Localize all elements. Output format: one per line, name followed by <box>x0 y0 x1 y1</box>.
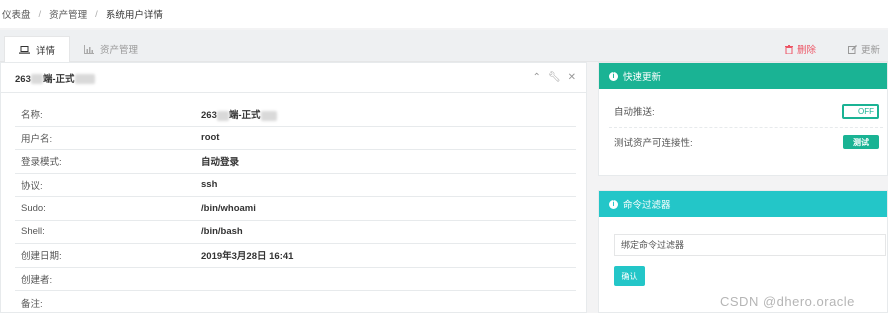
detail-key: 用户名: <box>21 133 53 145</box>
table-row: 登录模式: 自动登录 <box>15 150 576 174</box>
detail-table: 名称: 263 端-正式 用户名: root 登录模式: 自动登录 协议: ssh… <box>15 103 576 313</box>
table-row: Shell: /bin/bash <box>15 221 576 244</box>
detail-panel-header: 263 端-正式 ⌃ 🔧︎ ✕ <box>1 63 586 93</box>
detail-title-text: 263 <box>15 73 31 85</box>
detail-value: 自动登录 <box>201 157 240 169</box>
detail-value: /bin/bash <box>201 226 243 238</box>
laptop-icon <box>19 45 30 54</box>
detail-value: 263 端-正式 <box>201 107 277 121</box>
update-label: 更新 <box>861 45 881 56</box>
wrench-icon[interactable]: 🔧︎ <box>548 72 561 83</box>
edit-icon <box>848 44 857 54</box>
detail-value: root <box>201 132 220 144</box>
confirm-button[interactable]: 确认 <box>614 266 645 286</box>
name-value-suffix: 端-正式 <box>228 110 261 122</box>
tabs-bar: 详情 资产管理 删除 更新 <box>0 30 888 62</box>
tab-asset-management[interactable]: 资产管理 <box>70 36 152 62</box>
breadcrumb-separator: / <box>95 8 98 20</box>
table-row: 创建者: <box>15 268 576 291</box>
toggle-state: OFF <box>858 106 874 116</box>
divider <box>609 127 883 128</box>
bar-chart-icon <box>84 44 94 54</box>
detail-key: 登录模式: <box>21 157 62 169</box>
redacted-patch <box>74 73 95 84</box>
command-filter-title: 命令过滤器 <box>623 200 671 211</box>
redacted-patch <box>260 110 277 121</box>
auto-push-toggle[interactable]: OFF <box>842 103 879 119</box>
quick-update-header: i 快速更新 <box>599 63 887 89</box>
command-filter-select[interactable] <box>614 234 886 256</box>
chevron-up-icon[interactable]: ⌃ <box>533 72 541 83</box>
info-icon: i <box>609 199 618 209</box>
detail-key: 创建日期: <box>21 251 62 263</box>
breadcrumb: 仪表盘 / 资产管理 / 系统用户详情 <box>0 0 888 28</box>
watermark: CSDN @dhero.oracle <box>720 294 855 309</box>
breadcrumb-system-user-detail: 系统用户详情 <box>105 10 163 21</box>
detail-panel: 263 端-正式 ⌃ 🔧︎ ✕ 名称: 263 端-正式 用户名: root 登录模… <box>0 62 587 313</box>
quick-update-panel: i 快速更新 自动推送: OFF 测试资产可连接性: 测试 <box>598 62 888 176</box>
auto-push-row: 自动推送: OFF <box>614 101 879 121</box>
trash-icon <box>785 44 793 54</box>
breadcrumb-separator: / <box>38 8 42 20</box>
breadcrumb-dashboard[interactable]: 仪表盘 <box>2 7 31 21</box>
detail-key: Sudo: <box>21 202 46 214</box>
command-filter-header: i 命令过滤器 <box>599 191 887 217</box>
table-row: Sudo: /bin/whoami <box>15 197 576 221</box>
tab-detail[interactable]: 详情 <box>4 36 71 62</box>
table-row: 名称: 263 端-正式 <box>15 103 576 127</box>
detail-key: 名称: <box>21 110 43 122</box>
quick-update-title: 快速更新 <box>623 72 662 83</box>
detail-value: /bin/whoami <box>201 202 256 214</box>
test-button[interactable]: 测试 <box>843 135 879 149</box>
panel-tools: ⌃ 🔧︎ ✕ <box>533 72 576 83</box>
detail-value: ssh <box>201 179 218 191</box>
detail-panel-title: 263 端-正式 <box>15 71 95 85</box>
test-connectivity-row: 测试资产可连接性: 测试 <box>614 132 879 152</box>
delete-button[interactable]: 删除 <box>785 42 816 56</box>
detail-key: Shell: <box>21 226 45 238</box>
table-row: 创建日期: 2019年3月28日 16:41 <box>15 244 576 268</box>
detail-key: 备注: <box>21 298 43 310</box>
delete-label: 删除 <box>797 45 817 56</box>
table-row: 协议: ssh <box>15 174 576 197</box>
detail-value: 2019年3月28日 16:41 <box>201 251 294 263</box>
tab-asset-management-label: 资产管理 <box>100 45 139 56</box>
auto-push-label: 自动推送: <box>614 107 655 118</box>
detail-key: 创建者: <box>21 274 53 286</box>
info-icon: i <box>609 71 618 81</box>
breadcrumb-asset-management[interactable]: 资产管理 <box>49 7 87 21</box>
tab-detail-label: 详情 <box>36 45 56 57</box>
test-connectivity-label: 测试资产可连接性: <box>614 138 693 149</box>
update-button[interactable]: 更新 <box>848 42 880 56</box>
redacted-patch <box>216 110 229 121</box>
detail-key: 协议: <box>21 180 43 192</box>
redacted-patch <box>30 73 43 84</box>
table-row: 备注: <box>15 291 576 313</box>
table-row: 用户名: root <box>15 127 576 150</box>
close-icon[interactable]: ✕ <box>568 72 576 83</box>
detail-title-suffix: 端-正式 <box>42 73 75 85</box>
name-value-prefix: 263 <box>201 110 217 122</box>
